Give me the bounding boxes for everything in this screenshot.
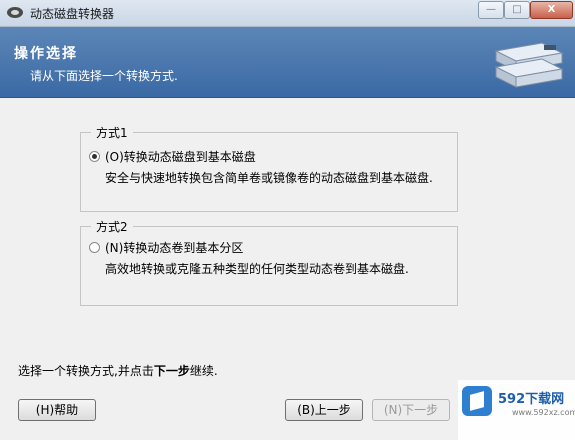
watermark-logo-icon bbox=[462, 386, 492, 416]
minimize-button[interactable]: — bbox=[478, 1, 504, 19]
maximize-icon: □ bbox=[512, 4, 522, 15]
option-label-convert-volume[interactable]: (N)转换动态卷到基本分区 bbox=[105, 239, 243, 256]
watermark-url: www.592xz.com bbox=[512, 408, 575, 417]
hint-emphasis: 下一步 bbox=[153, 364, 190, 378]
maximize-button[interactable]: □ bbox=[504, 1, 530, 19]
close-icon: X bbox=[547, 4, 556, 15]
option-label-convert-disk[interactable]: (O)转换动态磁盘到基本磁盘 bbox=[105, 148, 256, 165]
page-subtitle: 请从下面选择一个转换方式. bbox=[30, 69, 178, 83]
radio-convert-volume[interactable] bbox=[89, 242, 100, 253]
close-button[interactable]: X bbox=[530, 1, 573, 19]
minimize-icon: — bbox=[486, 4, 496, 15]
radio-convert-disk[interactable] bbox=[89, 151, 100, 162]
help-button[interactable]: (H)帮助 bbox=[18, 399, 96, 421]
hint-suffix: 继续. bbox=[189, 364, 218, 378]
group-label-1: 方式1 bbox=[91, 124, 133, 141]
app-icon bbox=[7, 7, 23, 18]
hint-prefix: 选择一个转换方式,并点击 bbox=[18, 364, 154, 378]
page-title: 操作选择 bbox=[14, 46, 78, 62]
option-group-1: 方式1 (O)转换动态磁盘到基本磁盘 安全与快速地转换包含简单卷或镜像卷的动态磁… bbox=[80, 124, 458, 212]
disk-drive-icon bbox=[494, 42, 564, 88]
title-bar: 动态磁盘转换器 — □ X bbox=[0, 0, 575, 27]
instruction-text: 选择一个转换方式,并点击下一步继续. bbox=[18, 362, 218, 379]
window-title: 动态磁盘转换器 bbox=[30, 7, 115, 21]
wizard-header: 操作选择 请从下面选择一个转换方式. bbox=[0, 27, 575, 98]
back-button[interactable]: (B)上一步 bbox=[285, 399, 363, 421]
watermark: 592下载网 www.592xz.com bbox=[458, 380, 575, 440]
content-area: 方式1 (O)转换动态磁盘到基本磁盘 安全与快速地转换包含简单卷或镜像卷的动态磁… bbox=[0, 98, 575, 388]
option-group-2: 方式2 (N)转换动态卷到基本分区 高效地转换或克隆五种类型的任何类型动态卷到基… bbox=[80, 218, 458, 306]
group-label-2: 方式2 bbox=[91, 218, 133, 235]
option-description-convert-disk: 安全与快速地转换包含简单卷或镜像卷的动态磁盘到基本磁盘. bbox=[105, 171, 433, 185]
option-description-convert-volume: 高效地转换或克隆五种类型的任何类型动态卷到基本磁盘. bbox=[105, 262, 409, 276]
next-button[interactable]: (N)下一步 bbox=[372, 399, 450, 421]
watermark-text: 592下载网 bbox=[498, 392, 565, 407]
